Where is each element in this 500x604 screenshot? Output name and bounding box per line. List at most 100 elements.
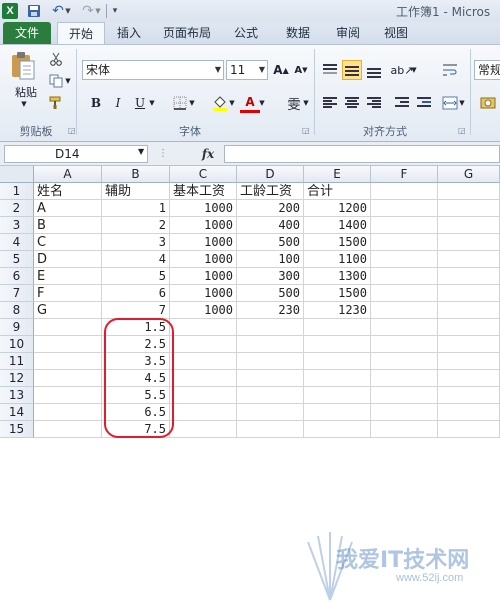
cell-g2[interactable] [438,200,500,217]
cell-g9[interactable] [438,319,500,336]
formula-bar-grip-icon[interactable]: ⋮ [158,148,168,159]
row-header[interactable]: 8 [0,302,34,319]
currency-format-icon[interactable] [478,93,498,113]
font-color-icon[interactable]: A [240,93,260,113]
select-all-button[interactable] [0,166,34,183]
cell-e6[interactable]: 1300 [304,268,371,285]
cell-a8[interactable]: G [34,302,102,319]
tab-formulas[interactable]: 公式 [226,22,266,44]
cell-a5[interactable]: D [34,251,102,268]
cell-f14[interactable] [371,404,438,421]
merge-center-icon[interactable] [440,93,460,113]
align-top-icon[interactable] [320,60,340,80]
cell-f7[interactable] [371,285,438,302]
cell-g14[interactable] [438,404,500,421]
row-header[interactable]: 12 [0,370,34,387]
name-box[interactable]: D14 [4,145,148,163]
row-header[interactable]: 14 [0,404,34,421]
cell-f11[interactable] [371,353,438,370]
cell-f5[interactable] [371,251,438,268]
align-right-icon[interactable] [364,93,384,113]
cell-e2[interactable]: 1200 [304,200,371,217]
row-header[interactable]: 13 [0,387,34,404]
cell-e7[interactable]: 1500 [304,285,371,302]
cell-a14[interactable] [34,404,102,421]
wrap-text-icon[interactable] [440,60,460,80]
cell-d6[interactable]: 300 [237,268,304,285]
copy-dropdown-icon[interactable]: ▼ [64,75,72,87]
cell-g1[interactable] [438,183,500,200]
column-header-c[interactable]: C [170,166,237,183]
cell-e13[interactable] [304,387,371,404]
cell-b8[interactable]: 7 [102,302,170,319]
save-icon[interactable] [26,3,42,19]
cell-d1[interactable]: 工龄工资 [237,183,304,200]
cell-a7[interactable]: F [34,285,102,302]
column-header-b[interactable]: B [102,166,170,183]
cell-b4[interactable]: 3 [102,234,170,251]
paste-dropdown-icon[interactable]: ▼ [18,99,30,109]
cell-d15[interactable] [237,421,304,438]
column-header-d[interactable]: D [237,166,304,183]
cell-c1[interactable]: 基本工资 [170,183,237,200]
font-color-dropdown-icon[interactable]: ▼ [258,93,266,113]
underline-dropdown-icon[interactable]: ▼ [148,93,156,113]
cell-f8[interactable] [371,302,438,319]
cell-g11[interactable] [438,353,500,370]
name-box-dropdown-icon[interactable]: ▼ [138,147,144,156]
cell-a6[interactable]: E [34,268,102,285]
cell-b6[interactable]: 5 [102,268,170,285]
increase-indent-icon[interactable] [414,93,434,113]
cell-e5[interactable]: 1100 [304,251,371,268]
fill-color-dropdown-icon[interactable]: ▼ [228,93,236,113]
cell-d4[interactable]: 500 [237,234,304,251]
cell-c7[interactable]: 1000 [170,285,237,302]
redo-dropdown-icon[interactable]: ▼ [94,3,102,19]
cell-e11[interactable] [304,353,371,370]
cell-d7[interactable]: 500 [237,285,304,302]
cell-c12[interactable] [170,370,237,387]
cell-a10[interactable] [34,336,102,353]
cell-f15[interactable] [371,421,438,438]
align-bottom-icon[interactable] [364,60,384,80]
cell-f6[interactable] [371,268,438,285]
underline-button[interactable]: U [130,93,150,113]
row-header[interactable]: 7 [0,285,34,302]
cell-d9[interactable] [237,319,304,336]
cell-a15[interactable] [34,421,102,438]
cell-e4[interactable]: 1500 [304,234,371,251]
cell-d14[interactable] [237,404,304,421]
cell-g8[interactable] [438,302,500,319]
cell-e15[interactable] [304,421,371,438]
cell-f12[interactable] [371,370,438,387]
column-header-e[interactable]: E [304,166,371,183]
grow-font-icon[interactable]: A ▲ [272,60,290,80]
bold-button[interactable]: B [86,93,106,113]
font-size-combo[interactable]: 11 ▼ [226,60,268,80]
orientation-dropdown-icon[interactable]: ▼ [410,60,418,80]
clipboard-launcher-icon[interactable]: ◲ [68,126,76,135]
row-header[interactable]: 5 [0,251,34,268]
tab-view[interactable]: 视图 [376,22,416,44]
cell-f13[interactable] [371,387,438,404]
cell-c5[interactable]: 1000 [170,251,237,268]
decrease-indent-icon[interactable] [392,93,412,113]
cell-a1[interactable]: 姓名 [34,183,102,200]
cut-icon[interactable] [48,51,64,67]
cell-a9[interactable] [34,319,102,336]
cell-e1[interactable]: 合计 [304,183,371,200]
row-header[interactable]: 15 [0,421,34,438]
cell-b5[interactable]: 4 [102,251,170,268]
font-launcher-icon[interactable]: ◲ [302,126,310,135]
formula-input[interactable] [224,145,500,163]
cell-c9[interactable] [170,319,237,336]
cell-e14[interactable] [304,404,371,421]
tab-data[interactable]: 数据 [278,22,318,44]
cell-c15[interactable] [170,421,237,438]
cell-c14[interactable] [170,404,237,421]
cell-f10[interactable] [371,336,438,353]
cell-f2[interactable] [371,200,438,217]
column-header-f[interactable]: F [371,166,438,183]
cell-g15[interactable] [438,421,500,438]
column-header-a[interactable]: A [34,166,102,183]
